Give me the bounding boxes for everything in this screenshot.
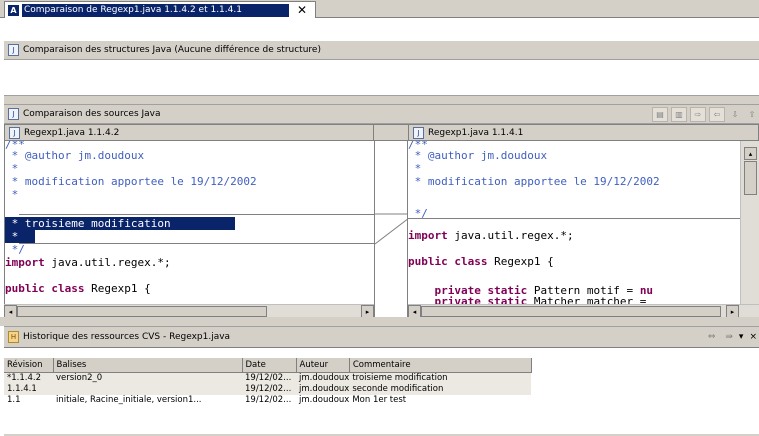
scroll-thumb[interactable]: [17, 306, 267, 317]
scroll-thumb[interactable]: [421, 306, 721, 317]
center-gutter-header: [374, 124, 408, 141]
cell-author: jm.doudoux: [296, 372, 350, 384]
cell-tags: version2_0: [53, 372, 242, 384]
code-line-class: public class Regexp1 {: [5, 282, 151, 295]
cell-tags: [53, 384, 242, 395]
source-compare-header: J Comparaison des sources Java ▤ ▥ ⇨ ⇦ ⇩…: [4, 104, 759, 124]
right-vertical-scrollbar[interactable]: ▴: [740, 141, 759, 304]
table-row[interactable]: 1.1 initiale, Racine_initiale, version1.…: [4, 395, 531, 406]
table-row[interactable]: 1.1.4.1 19/12/02... jm.doudoux seconde m…: [4, 384, 532, 395]
refresh-icon[interactable]: ⇛: [725, 332, 733, 342]
code-line-import: import java.util.regex.*;: [5, 256, 171, 269]
right-code-pane[interactable]: /** * @author jm.doudoux * * modificatio…: [408, 141, 740, 317]
tab-title: Comparaison de Regexp1.java 1.1.4.2 et 1…: [22, 3, 289, 17]
cell-comment: troisieme modification: [349, 372, 532, 384]
cell-date: 19/12/02...: [242, 372, 296, 384]
code-line: *: [408, 162, 422, 175]
history-table-header: Révision Balises Date Auteur Commentaire: [4, 358, 532, 373]
panel-separator: [0, 317, 759, 326]
structure-compare-area: [4, 60, 759, 96]
cell-comment: seconde modification: [349, 384, 532, 395]
cell-comment: Mon 1er test: [352, 395, 407, 405]
java-file-icon: J: [9, 126, 20, 139]
java-file-icon: J: [8, 44, 19, 56]
column-header-comment[interactable]: Commentaire: [349, 358, 532, 373]
left-horizontal-scrollbar[interactable]: ◂ ▸: [4, 304, 374, 318]
code-line-import: import java.util.regex.*;: [408, 229, 574, 242]
tab-compare[interactable]: A Comparaison de Regexp1.java 1.1.4.2 et…: [4, 1, 316, 18]
right-horizontal-scrollbar[interactable]: ◂ ▸: [408, 304, 759, 318]
cvs-history-icon: H: [8, 331, 19, 343]
history-view-header: H Historique des ressources CVS - Regexp…: [4, 326, 759, 348]
diff-connector-icon: [375, 213, 409, 245]
copy-right-icon[interactable]: ⇨: [690, 106, 706, 122]
cell-revision: *1.1.4.2: [4, 372, 53, 384]
code-line: *: [5, 188, 19, 201]
link-editor-icon[interactable]: ⇔: [708, 332, 716, 342]
code-line: * modification apportee le 19/12/2002: [408, 175, 660, 188]
panel-separator: [4, 96, 759, 104]
left-code-pane[interactable]: /** * @author jm.doudoux * * modificatio…: [4, 141, 374, 304]
scroll-thumb[interactable]: [744, 161, 757, 195]
left-file-header: J Regexp1.java 1.1.4.2: [4, 124, 374, 141]
view-menu-icon[interactable]: ▾: [739, 332, 744, 342]
code-line: */: [5, 243, 25, 256]
close-icon[interactable]: ✕: [295, 3, 309, 17]
right-file-header: J Regexp1.java 1.1.4.1: [408, 124, 759, 141]
source-compare-title: Comparaison des sources Java: [23, 109, 161, 119]
next-diff-icon[interactable]: ⇩: [728, 108, 742, 121]
editor-tab-bar: A Comparaison de Regexp1.java 1.1.4.2 et…: [0, 0, 759, 18]
cell-author: jm.doudoux: [296, 384, 350, 395]
code-line-class: public class Regexp1 {: [408, 255, 554, 268]
history-table: Révision Balises Date Auteur Commentaire…: [4, 358, 532, 406]
cell-date: 19/12/02...: [242, 384, 296, 395]
code-line: * modification apportee le 19/12/2002: [5, 175, 257, 188]
right-file-name: Regexp1.java 1.1.4.1: [428, 127, 524, 138]
code-line: *: [5, 162, 19, 175]
left-file-name: Regexp1.java 1.1.4.2: [24, 127, 120, 138]
column-header-date[interactable]: Date: [242, 358, 297, 373]
compare-icon: A: [8, 4, 19, 16]
column-header-author[interactable]: Auteur: [296, 358, 350, 373]
cell-author: jm.doudoux: [299, 395, 350, 405]
table-row[interactable]: *1.1.4.2 version2_0 19/12/02... jm.doudo…: [4, 372, 532, 384]
prev-diff-icon[interactable]: ⇧: [745, 108, 759, 121]
column-header-revision[interactable]: Révision: [4, 358, 54, 373]
java-file-icon: J: [8, 108, 19, 120]
cell-revision: 1.1: [7, 395, 21, 405]
history-table-area: Révision Balises Date Auteur Commentaire…: [4, 348, 759, 436]
scroll-up-icon[interactable]: ▴: [744, 147, 757, 160]
code-line: * @author jm.doudoux: [408, 149, 548, 162]
java-file-icon: J: [413, 126, 424, 139]
copy-left-icon[interactable]: ⇦: [709, 106, 725, 122]
diff-marker-line: [408, 218, 740, 219]
minimize-icon[interactable]: ×: [749, 332, 757, 342]
code-line: * @author jm.doudoux: [5, 149, 145, 162]
cell-date: 19/12/02...: [245, 395, 292, 405]
cell-tags: initiale, Racine_initiale, version1...: [56, 395, 202, 405]
diff-center-gutter: [374, 141, 409, 317]
cell-revision: 1.1.4.1: [4, 384, 53, 395]
selected-code-line: *: [5, 230, 35, 243]
column-header-tags[interactable]: Balises: [53, 358, 243, 373]
structure-compare-header: J Comparaison des structures Java (Aucun…: [4, 41, 759, 60]
copy-all-left-icon[interactable]: ▤: [652, 106, 668, 122]
selected-code-line: * troisieme modification: [5, 217, 235, 230]
history-view-title: Historique des ressources CVS - Regexp1.…: [23, 332, 231, 342]
structure-compare-title: Comparaison des structures Java (Aucune …: [23, 45, 321, 55]
copy-all-right-icon[interactable]: ▥: [671, 106, 687, 122]
